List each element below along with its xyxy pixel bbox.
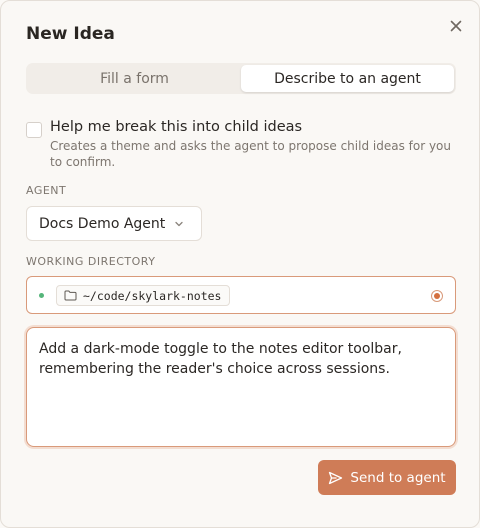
working-directory-section-label: WORKING DIRECTORY: [26, 255, 156, 268]
mode-tabs: Fill a form Describe to an agent: [26, 63, 456, 94]
break-into-child-ideas-label[interactable]: Help me break this into child ideas: [50, 119, 302, 135]
new-idea-dialog: New Idea Fill a form Describe to an agen…: [0, 0, 480, 528]
directory-selected-radio[interactable]: [431, 290, 443, 302]
close-button[interactable]: [447, 17, 465, 35]
idea-prompt-textarea[interactable]: Add a dark-mode toggle to the notes edit…: [26, 327, 456, 447]
directory-chip[interactable]: ~/code/skylark-notes: [56, 285, 231, 306]
send-icon: [328, 471, 343, 485]
status-dot: [39, 293, 44, 298]
break-into-child-ideas-checkbox[interactable]: [26, 122, 42, 138]
working-directory-field[interactable]: ~/code/skylark-notes: [26, 276, 456, 314]
folder-icon: [64, 290, 77, 301]
chevron-down-icon: [174, 219, 184, 229]
agent-select[interactable]: Docs Demo Agent: [26, 206, 202, 241]
tab-fill-a-form[interactable]: Fill a form: [28, 65, 241, 92]
break-into-child-ideas-description: Creates a theme and asks the agent to pr…: [50, 139, 452, 169]
send-to-agent-button[interactable]: Send to agent: [318, 460, 456, 495]
directory-path: ~/code/skylark-notes: [83, 288, 222, 303]
send-to-agent-label: Send to agent: [350, 469, 446, 486]
agent-section-label: AGENT: [26, 184, 67, 197]
dialog-title: New Idea: [26, 24, 115, 44]
close-icon: [450, 20, 462, 32]
tab-describe-to-an-agent[interactable]: Describe to an agent: [241, 65, 454, 92]
agent-select-value: Docs Demo Agent: [39, 215, 166, 232]
